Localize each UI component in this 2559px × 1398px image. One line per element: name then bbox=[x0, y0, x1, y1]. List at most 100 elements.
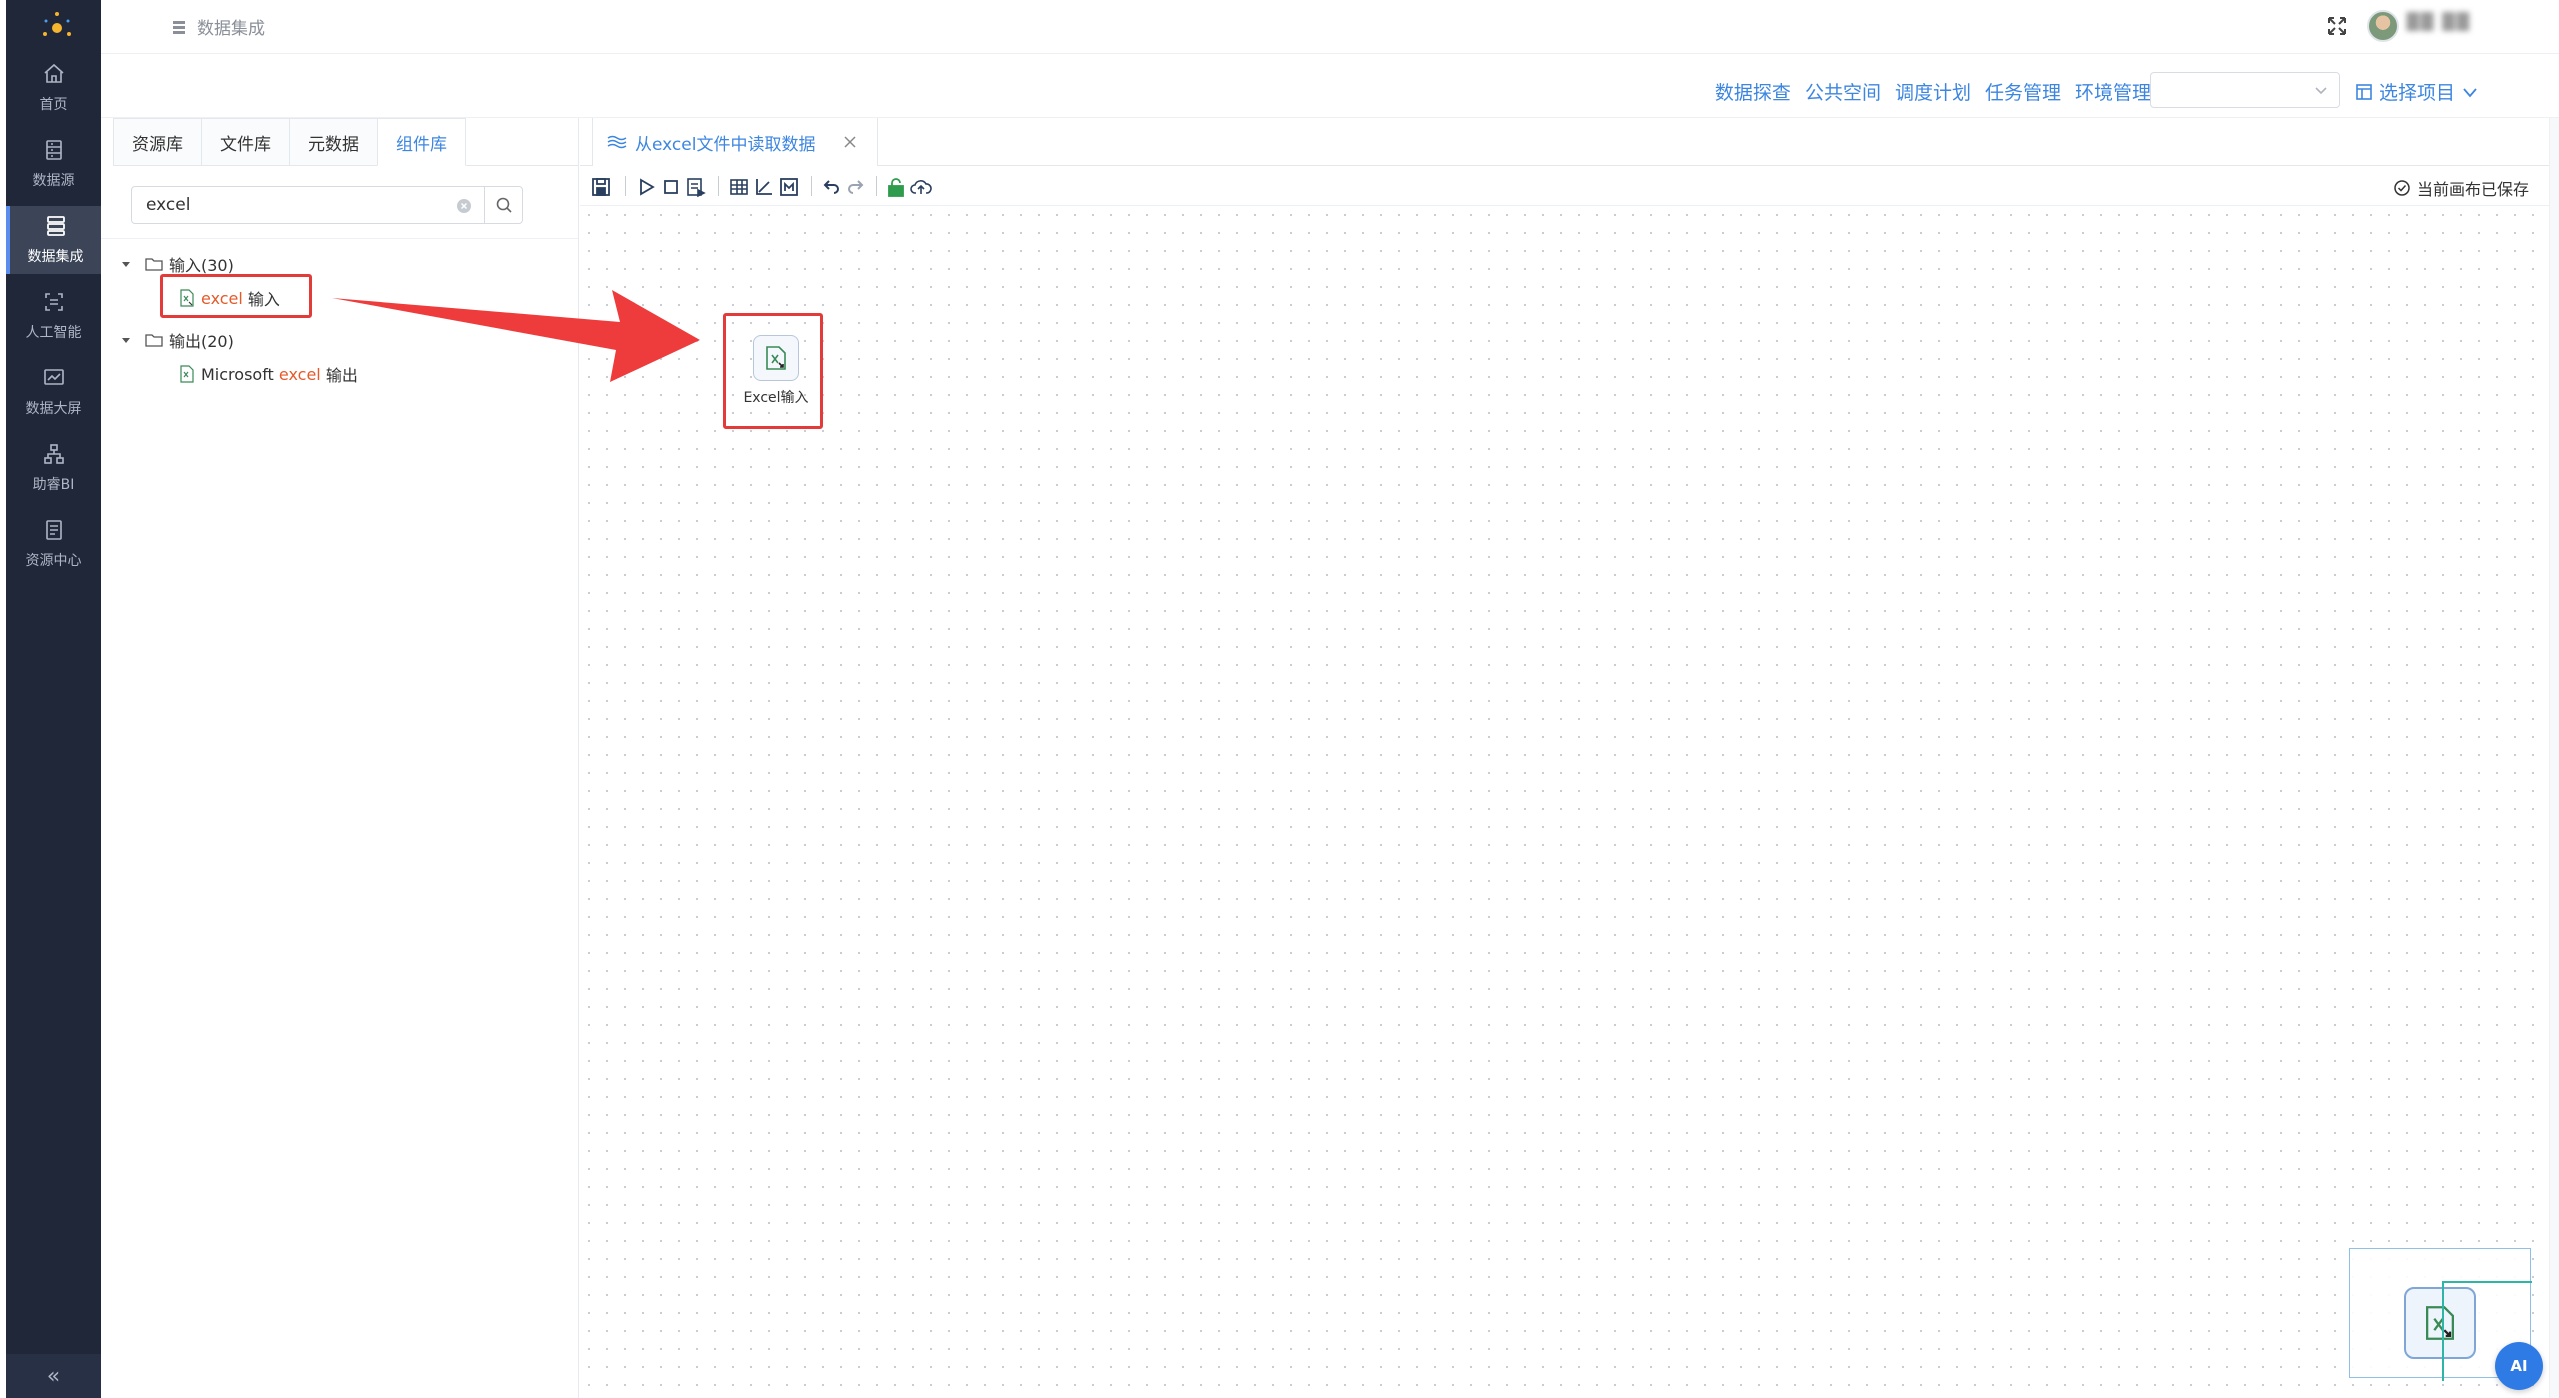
save-status: 当前画布已保存 bbox=[2393, 176, 2529, 200]
chart-screen-icon bbox=[43, 369, 64, 385]
tree-group-label: 输出(20) bbox=[169, 332, 234, 351]
canvas-toolbar: 当前画布已保存 bbox=[580, 166, 2559, 206]
close-icon[interactable] bbox=[843, 135, 857, 149]
ai-scan-icon bbox=[44, 293, 63, 311]
sidebar-item-home[interactable]: 首页 bbox=[6, 54, 101, 122]
sidebar-item-dashboard[interactable]: 数据大屏 bbox=[6, 358, 101, 426]
play-icon[interactable] bbox=[635, 176, 657, 198]
tab-metadata[interactable]: 元数据 bbox=[289, 118, 377, 166]
search-button[interactable] bbox=[484, 187, 522, 223]
search-icon bbox=[496, 197, 512, 213]
minimap-node bbox=[2404, 1287, 2476, 1359]
tree-item-highlight: excel bbox=[201, 288, 243, 308]
component-search bbox=[131, 186, 523, 224]
search-divider bbox=[101, 238, 578, 239]
org-chart-icon bbox=[43, 444, 64, 464]
sidebar-item-integration[interactable]: 数据集成 bbox=[6, 206, 101, 274]
tab-file-library[interactable]: 文件库 bbox=[201, 118, 289, 166]
sidebar-item-label: 数据源 bbox=[32, 173, 75, 189]
project-select[interactable] bbox=[2150, 72, 2340, 108]
redo-icon[interactable] bbox=[845, 176, 867, 198]
tab-component-library[interactable]: 组件库 bbox=[377, 118, 466, 166]
cloud-upload-icon[interactable] bbox=[910, 176, 932, 198]
toolbar-divider bbox=[876, 176, 877, 196]
sidebar-item-label: 首页 bbox=[39, 97, 68, 113]
caret-down-icon[interactable] bbox=[121, 335, 131, 345]
flow-canvas[interactable]: Excel输入 AI bbox=[580, 206, 2559, 1398]
editor-tab-title: 从excel文件中读取数据 bbox=[635, 134, 816, 155]
top-header: 数据集成 ██ ██ bbox=[101, 0, 2559, 54]
excel-file-icon bbox=[180, 365, 194, 383]
node-label: Excel输入 bbox=[743, 390, 809, 406]
sub-header: 数据探查 公共空间 调度计划 任务管理 环境管理 选择项目 bbox=[101, 54, 2559, 118]
axis-chart-icon[interactable] bbox=[753, 176, 775, 198]
layers-icon bbox=[607, 135, 627, 149]
fullscreen-icon[interactable] bbox=[2325, 14, 2349, 38]
excel-file-icon bbox=[766, 346, 786, 370]
sidebar-item-label: 资源中心 bbox=[25, 553, 82, 569]
excel-file-icon bbox=[2426, 1306, 2454, 1340]
menu-task-manage[interactable]: 任务管理 bbox=[1985, 78, 2061, 105]
check-circle-icon bbox=[2394, 180, 2410, 196]
double-chevron-left-icon: « bbox=[46, 1363, 61, 1389]
username[interactable]: ██ ██ bbox=[2407, 12, 2471, 36]
metrics-icon[interactable] bbox=[778, 176, 800, 198]
sidebar-collapse-button[interactable]: « bbox=[6, 1354, 101, 1398]
minimap-viewport bbox=[2442, 1281, 2532, 1283]
avatar[interactable] bbox=[2367, 10, 2399, 42]
tree-group-label: 输入(30) bbox=[169, 256, 234, 275]
excel-input-node[interactable]: Excel输入 bbox=[723, 313, 829, 423]
clear-icon[interactable] bbox=[456, 198, 472, 214]
editor-tab-active[interactable]: 从excel文件中读取数据 bbox=[592, 118, 879, 166]
menu-data-explore[interactable]: 数据探查 bbox=[1715, 78, 1791, 105]
ai-assistant-button[interactable]: AI bbox=[2495, 1342, 2543, 1390]
tree-item-prefix: Microsoft bbox=[201, 364, 279, 384]
choose-project-button[interactable]: 选择项目 bbox=[2355, 78, 2479, 105]
grid-layout-icon[interactable] bbox=[728, 176, 750, 198]
sidebar-item-bi[interactable]: 助睿BI bbox=[6, 434, 101, 502]
menu-schedule[interactable]: 调度计划 bbox=[1895, 78, 1971, 105]
menu-public-space[interactable]: 公共空间 bbox=[1805, 78, 1881, 105]
tree-item-label: 输入 bbox=[242, 290, 280, 309]
undo-icon[interactable] bbox=[820, 176, 842, 198]
toolbar-divider bbox=[811, 176, 812, 196]
caret-down-icon[interactable] bbox=[121, 259, 131, 269]
scrollbar[interactable] bbox=[2549, 118, 2559, 1398]
choose-project-label: 选择项目 bbox=[2378, 82, 2455, 104]
save-icon[interactable] bbox=[590, 176, 612, 198]
menu-env-manage[interactable]: 环境管理 bbox=[2075, 78, 2151, 105]
sidebar-item-resource[interactable]: 资源中心 bbox=[6, 510, 101, 578]
editor-tabs: 从excel文件中读取数据 bbox=[580, 118, 2559, 166]
unlock-icon[interactable] bbox=[885, 176, 907, 198]
tree-item-excel-input[interactable]: excel 输入 bbox=[179, 286, 280, 310]
sidebar-item-ai[interactable]: 人工智能 bbox=[6, 282, 101, 350]
chevron-down-icon bbox=[2315, 87, 2327, 95]
database-icon bbox=[45, 140, 62, 160]
tab-resource-library[interactable]: 资源库 bbox=[113, 118, 201, 166]
search-input[interactable] bbox=[144, 188, 474, 222]
workspace: 从excel文件中读取数据 当前画布已保存 Excel输入 AI bbox=[580, 118, 2559, 1398]
main-sidebar: 首页 数据源 数据集成 人工智能 数据大屏 助睿BI 资源中心 « bbox=[0, 0, 101, 1398]
tree-group-input[interactable]: 输入(30) bbox=[121, 252, 234, 276]
excel-file-icon bbox=[180, 289, 194, 307]
home-icon bbox=[43, 63, 64, 83]
project-board-icon bbox=[2356, 83, 2372, 100]
folder-icon bbox=[145, 334, 163, 347]
tree-item-label: 输出 bbox=[320, 366, 358, 385]
top-menu: 数据探查 公共空间 调度计划 任务管理 环境管理 bbox=[1715, 78, 2151, 105]
folder-icon bbox=[145, 258, 163, 271]
minimap-viewport bbox=[2442, 1281, 2444, 1381]
sidebar-item-label: 数据集成 bbox=[27, 249, 84, 265]
menu-bars-icon[interactable] bbox=[171, 19, 187, 35]
chevron-down-icon bbox=[2463, 87, 2477, 97]
preview-icon[interactable] bbox=[685, 176, 707, 198]
breadcrumb-current: 数据集成 bbox=[197, 19, 265, 39]
breadcrumb: 数据集成 bbox=[171, 14, 265, 39]
stop-icon[interactable] bbox=[660, 176, 682, 198]
resource-icon bbox=[45, 520, 62, 540]
tree-group-output[interactable]: 输出(20) bbox=[121, 328, 234, 352]
tree-item-excel-output[interactable]: Microsoft excel 输出 bbox=[179, 362, 358, 386]
node-icon-box bbox=[753, 335, 799, 381]
sidebar-item-label: 人工智能 bbox=[25, 325, 82, 341]
sidebar-item-datasource[interactable]: 数据源 bbox=[6, 130, 101, 198]
